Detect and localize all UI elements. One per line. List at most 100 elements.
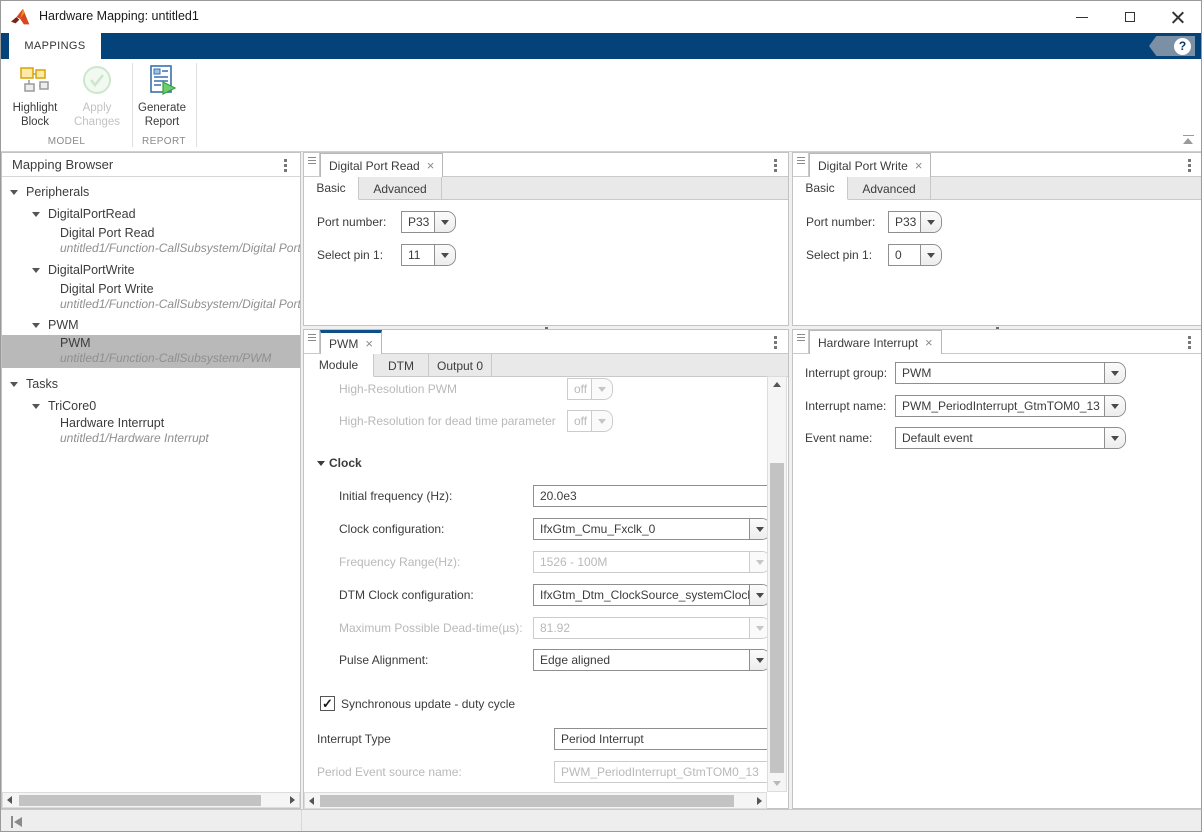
tree-item-digital-port-write[interactable]: Digital Port Write untitled1/Function-Ca… [2, 281, 300, 313]
chevron-down-icon[interactable] [10, 190, 18, 195]
collapse-toolstrip-button[interactable] [1181, 135, 1195, 147]
scroll-left-icon[interactable] [7, 796, 12, 804]
tab-module[interactable]: Module [304, 354, 374, 377]
panel-drag-handle-icon[interactable] [793, 330, 809, 354]
initial-frequency-label: Initial frequency (Hz): [339, 485, 452, 507]
tab-hardware-interrupt[interactable]: Hardware Interrupt × [809, 330, 942, 354]
pwm-v-scrollbar[interactable] [767, 376, 787, 792]
tree-item-tricore0[interactable]: TriCore0 [2, 395, 300, 417]
scroll-right-icon[interactable] [290, 796, 295, 804]
tree-item-digital-port-read[interactable]: Digital Port Read untitled1/Function-Cal… [2, 225, 300, 257]
pwm-h-scrollbar[interactable] [304, 792, 767, 809]
dtm-clock-configuration-dropdown[interactable]: IfxGtm_Dtm_ClockSource_systemClock [533, 584, 767, 606]
panel-menu-icon[interactable] [1182, 157, 1196, 173]
scroll-up-icon[interactable] [773, 382, 781, 387]
chevron-down-icon[interactable] [434, 212, 455, 232]
tab-close-icon[interactable]: × [427, 161, 435, 171]
panel-drag-handle-icon[interactable] [304, 153, 320, 177]
scroll-thumb[interactable] [19, 795, 261, 806]
chevron-down-icon[interactable] [434, 245, 455, 265]
generate-report-button[interactable]: Generate Report [134, 61, 190, 137]
tree-item-label: DigitalPortWrite [48, 263, 135, 277]
interrupt-name-dropdown[interactable]: PWM_PeriodInterrupt_GtmTOM0_13 [895, 395, 1126, 417]
select-pin-dropdown[interactable]: 11 [401, 244, 456, 266]
chevron-down-icon[interactable] [920, 212, 941, 232]
panel-menu-icon[interactable] [1182, 334, 1196, 350]
port-number-dropdown[interactable]: P33 [401, 211, 456, 233]
clock-configuration-dropdown[interactable]: IfxGtm_Cmu_Fxclk_0 [533, 518, 767, 540]
scroll-thumb[interactable] [770, 463, 784, 773]
hr-pwm-dropdown: off [567, 378, 613, 400]
tab-close-icon[interactable]: × [915, 161, 923, 171]
tree-item-pwm-selected[interactable]: PWM untitled1/Function-CallSubsystem/PWM [2, 335, 300, 368]
tab-output-0[interactable]: Output 0 [429, 354, 492, 377]
initial-frequency-input[interactable]: 20.0e3 [533, 485, 767, 507]
chevron-down-icon[interactable] [920, 245, 941, 265]
port-number-dropdown[interactable]: P33 [888, 211, 942, 233]
tab-close-icon[interactable]: × [365, 339, 373, 349]
chevron-down-icon[interactable] [749, 650, 767, 670]
panel-drag-handle-icon[interactable] [793, 153, 809, 177]
pulse-alignment-dropdown[interactable]: Edge aligned [533, 649, 767, 671]
tab-close-icon[interactable]: × [925, 338, 933, 348]
tab-digital-port-write[interactable]: Digital Port Write × [809, 153, 931, 177]
maximize-button[interactable] [1107, 1, 1153, 33]
tab-basic[interactable]: Basic [304, 177, 359, 200]
tree-item-digitalportwrite[interactable]: DigitalPortWrite [2, 259, 300, 281]
interrupt-type-combobox[interactable]: Period Interrupt [554, 728, 767, 750]
tab-advanced[interactable]: Advanced [359, 177, 442, 200]
chevron-down-icon[interactable] [32, 404, 40, 409]
collapse-icon [1183, 135, 1194, 136]
tab-digital-port-read[interactable]: Digital Port Read × [320, 153, 443, 177]
minimize-button[interactable] [1059, 1, 1105, 33]
help-button[interactable]: ? [1149, 36, 1195, 56]
apply-changes-label-2: Changes [69, 115, 125, 129]
scroll-thumb[interactable] [320, 795, 734, 807]
chevron-down-icon[interactable] [32, 268, 40, 273]
help-icon: ? [1174, 38, 1191, 55]
tree-item-tasks[interactable]: Tasks [2, 373, 300, 395]
event-name-label: Event name: [805, 427, 872, 449]
tab-dtm[interactable]: DTM [374, 354, 429, 377]
collapse-panel-icon[interactable] [11, 816, 25, 828]
panel-drag-handle-icon[interactable] [304, 330, 320, 354]
chevron-down-icon[interactable] [749, 519, 767, 539]
panel-menu-icon[interactable] [768, 157, 782, 173]
chevron-down-icon[interactable] [32, 212, 40, 217]
scroll-right-icon[interactable] [757, 797, 762, 805]
tree-item-pwm-group[interactable]: PWM [2, 314, 300, 336]
scroll-down-icon[interactable] [773, 781, 781, 786]
tree-h-scrollbar[interactable] [2, 792, 300, 808]
tab-basic[interactable]: Basic [793, 177, 848, 200]
highlight-block-button[interactable]: Highlight Block [7, 61, 63, 137]
apply-changes-label-1: Apply [69, 101, 125, 115]
panel-menu-icon[interactable] [768, 334, 782, 350]
chevron-down-icon[interactable] [1104, 428, 1125, 448]
tree-item-hardware-interrupt[interactable]: Hardware Interrupt untitled1/Hardware In… [2, 415, 300, 447]
ribbon-tab-strip: MAPPINGS ? [1, 33, 1202, 59]
chevron-down-icon[interactable] [749, 585, 767, 605]
chevron-down-icon[interactable] [10, 382, 18, 387]
tab-advanced[interactable]: Advanced [848, 177, 931, 200]
chevron-down-icon[interactable] [1104, 396, 1125, 416]
clock-section-header[interactable]: Clock [317, 456, 362, 470]
scroll-left-icon[interactable] [309, 797, 314, 805]
chevron-down-icon[interactable] [1104, 363, 1125, 383]
tab-pwm[interactable]: PWM × [320, 330, 382, 354]
tree-leaf-name: Hardware Interrupt [60, 416, 164, 430]
tree-item-peripherals[interactable]: Peripherals [2, 181, 300, 203]
tree-item-digitalportread[interactable]: DigitalPortRead [2, 203, 300, 225]
chevron-down-icon[interactable] [32, 323, 40, 328]
interrupt-group-dropdown[interactable]: PWM [895, 362, 1126, 384]
generate-report-icon [146, 64, 178, 96]
minimize-icon [1076, 17, 1088, 18]
dropdown-value: off [568, 411, 591, 431]
select-pin-dropdown[interactable]: 0 [888, 244, 942, 266]
highlight-block-icon [19, 64, 51, 96]
tree-item-label: Tasks [26, 377, 58, 391]
close-button[interactable] [1155, 1, 1201, 33]
tab-mappings[interactable]: MAPPINGS [9, 33, 101, 59]
mapping-browser-menu-icon[interactable] [278, 157, 292, 173]
event-name-dropdown[interactable]: Default event [895, 427, 1126, 449]
sync-update-checkbox[interactable]: ✓ [320, 696, 335, 711]
